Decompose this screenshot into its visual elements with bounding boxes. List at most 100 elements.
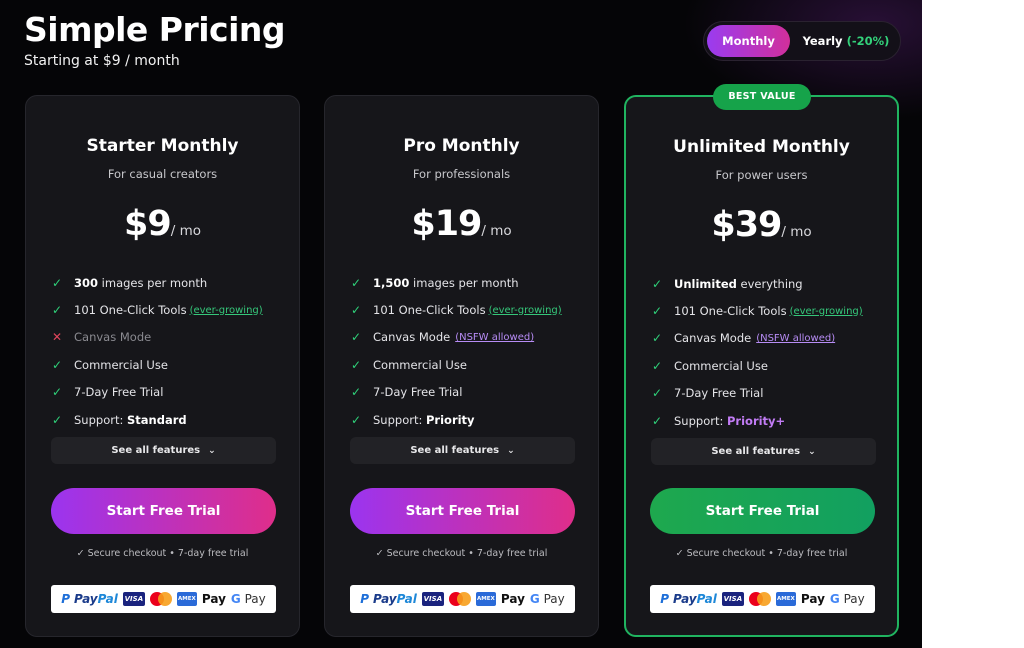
price-amount: $19	[411, 204, 482, 244]
apple-pay-text: Pay	[500, 592, 525, 606]
feature-text: 7-Day Free Trial	[373, 385, 463, 400]
ever-growing-link[interactable]: (ever-growing)	[489, 305, 562, 316]
feature-list: ✓ 1,500 images per month ✓ 101 One-Click T…	[351, 269, 586, 433]
see-all-features-button[interactable]: See all features ⌄	[651, 438, 876, 465]
best-value-badge: BEST VALUE	[713, 84, 811, 110]
feature-text: images per month	[101, 275, 208, 290]
plan-price: $19/ mo	[325, 204, 598, 244]
feature-highlight: 300	[74, 275, 99, 290]
check-icon: ✓	[52, 303, 63, 318]
feature-item: ✓ 7-Day Free Trial	[351, 379, 586, 406]
check-icon: ✓	[52, 275, 63, 290]
paypal-text-a: Pay	[74, 592, 98, 606]
feature-highlight: 1,500	[373, 275, 410, 290]
apple-pay-text: Pay	[201, 592, 226, 606]
paypal-text-b: Pal	[396, 592, 417, 606]
ever-growing-link[interactable]: (ever-growing)	[790, 306, 863, 317]
apple-pay-logo: Pay	[801, 592, 825, 606]
feature-item: ✓ 300 images per month	[52, 269, 287, 296]
chevron-down-icon: ⌄	[208, 446, 216, 456]
start-free-trial-button[interactable]: Start Free Trial	[350, 488, 575, 534]
billing-yearly-option[interactable]: Yearly (-20%)	[796, 25, 896, 57]
feature-text: Commercial Use	[74, 357, 168, 372]
feature-text: Support:	[674, 413, 724, 428]
amex-logo: AMEX	[775, 592, 796, 606]
paypal-text-a: Pay	[373, 592, 397, 606]
support-level: Standard	[127, 412, 187, 427]
start-free-trial-button[interactable]: Start Free Trial	[51, 488, 276, 534]
feature-text: 7-Day Free Trial	[74, 385, 164, 400]
google-pay-text: Pay	[843, 592, 865, 606]
payment-methods: P Pay Pal VISA AMEX Pay G Pay	[650, 585, 875, 613]
feature-item: ✓ Support: Standard	[52, 406, 287, 433]
check-icon: ✓	[652, 331, 663, 346]
plan-name: Unlimited Monthly	[673, 137, 850, 157]
see-all-label: See all features	[410, 445, 500, 456]
yearly-label: Yearly	[802, 34, 843, 48]
secure-checkout-note: ✓ Secure checkout • 7-day free trial	[675, 548, 848, 559]
feature-item: ✓ Commercial Use	[652, 352, 887, 379]
plan-card-starter: Starter Monthly For casual creators $9/ …	[25, 95, 300, 637]
feature-item: ✓ 101 One-Click Tools (ever-growing)	[52, 296, 287, 323]
see-all-label: See all features	[711, 446, 801, 457]
see-all-label: See all features	[111, 445, 201, 456]
check-icon: ✓	[652, 304, 663, 319]
feature-item: ✓ 7-Day Free Trial	[52, 379, 287, 406]
start-free-trial-button[interactable]: Start Free Trial	[650, 488, 875, 534]
google-icon: G	[829, 592, 840, 606]
amex-logo: AMEX	[176, 592, 197, 606]
nsfw-allowed-link[interactable]: (NSFW allowed)	[756, 333, 835, 344]
feature-list: ✓ Unlimited everything ✓ 101 One-Click Too…	[652, 270, 887, 434]
see-all-features-button[interactable]: See all features ⌄	[350, 437, 575, 464]
feature-item: ✓ Unlimited everything	[652, 270, 887, 297]
check-icon: ✓	[52, 385, 63, 400]
price-period: / mo	[481, 223, 512, 239]
support-level: Priority	[426, 412, 475, 427]
check-icon: ✓	[652, 276, 663, 291]
nsfw-allowed-link[interactable]: (NSFW allowed)	[455, 332, 534, 343]
feature-text: Canvas Mode	[74, 330, 152, 345]
plan-name: Starter Monthly	[86, 136, 239, 156]
paypal-logo: P Pay Pal	[660, 592, 717, 606]
plan-name: Pro Monthly	[403, 136, 520, 156]
feature-text: everything	[740, 276, 803, 291]
check-icon: ✓	[652, 358, 663, 373]
ever-growing-link[interactable]: (ever-growing)	[190, 305, 263, 316]
feature-text: Support:	[373, 412, 423, 427]
blank-side-area	[922, 0, 1024, 648]
price-amount: $9	[124, 204, 172, 244]
feature-text: 101 One-Click Tools	[74, 303, 187, 318]
visa-logo: VISA	[122, 592, 145, 606]
price-period: / mo	[781, 224, 812, 240]
feature-item: ✓ Canvas Mode (NSFW allowed)	[652, 325, 887, 352]
see-all-features-button[interactable]: See all features ⌄	[51, 437, 276, 464]
feature-text: Commercial Use	[373, 357, 467, 372]
plan-description: For power users	[715, 168, 808, 182]
feature-item: ✓ Support: Priority	[351, 406, 586, 433]
mastercard-logo	[149, 592, 172, 606]
google-icon: G	[230, 592, 241, 606]
feature-item: ✓ Canvas Mode (NSFW allowed)	[351, 324, 586, 351]
page-subtitle: Starting at $9 / month	[24, 53, 180, 69]
check-icon: ✓	[652, 413, 663, 428]
secure-checkout-note: ✓ Secure checkout • 7-day free trial	[375, 548, 548, 559]
feature-list: ✓ 300 images per month ✓ 101 One-Click Too…	[52, 269, 287, 433]
support-level: Priority+	[727, 413, 786, 428]
mastercard-logo	[448, 592, 471, 606]
cross-icon: ✕	[52, 330, 63, 345]
feature-item: ✓ 7-Day Free Trial	[652, 380, 887, 407]
billing-monthly-option[interactable]: Monthly	[707, 25, 790, 57]
google-pay-text: Pay	[244, 592, 266, 606]
page-title: Simple Pricing	[24, 10, 286, 49]
paypal-icon: P	[660, 592, 670, 606]
check-icon: ✓	[52, 412, 63, 427]
price-period: / mo	[170, 223, 201, 239]
plan-description: For casual creators	[107, 167, 218, 181]
feature-item: ✓ Support: Priority+	[652, 407, 887, 434]
google-pay-logo: G Pay	[231, 592, 266, 606]
amex-logo: AMEX	[475, 592, 496, 606]
visa-logo: VISA	[721, 592, 744, 606]
plan-description: For professionals	[412, 167, 511, 181]
mastercard-logo	[748, 592, 771, 606]
feature-text: 101 One-Click Tools	[674, 304, 787, 319]
